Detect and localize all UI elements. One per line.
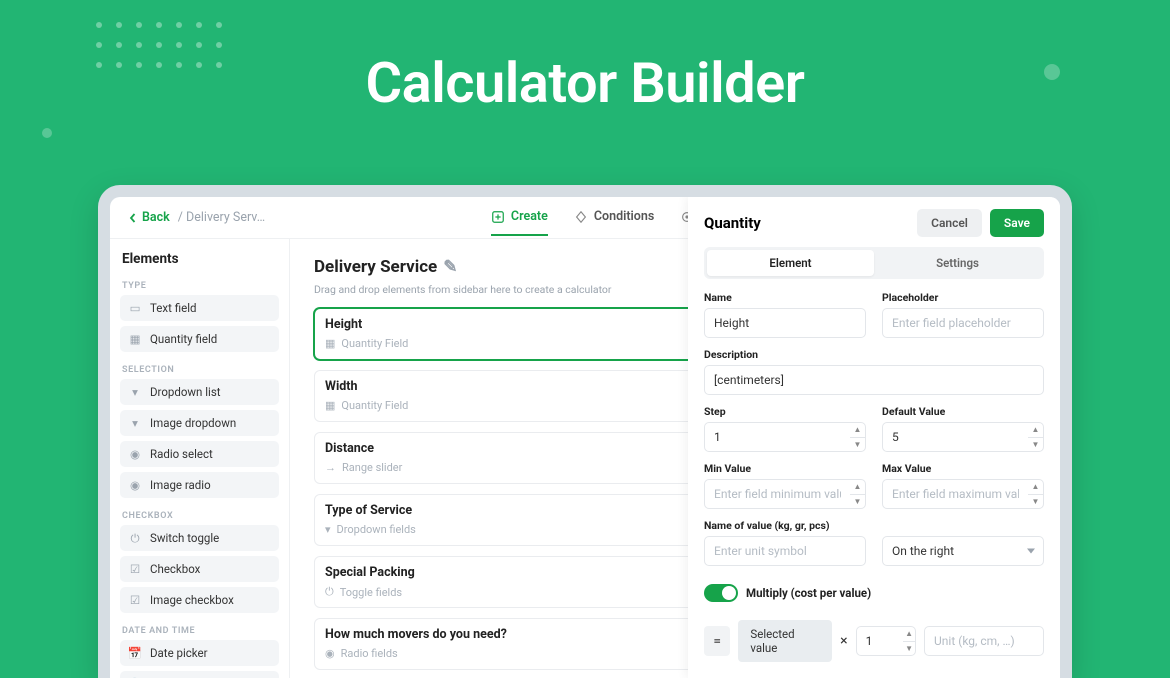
create-icon: [491, 210, 505, 224]
panel-tabs: Element Settings: [704, 247, 1044, 279]
back-label: Back: [142, 210, 170, 225]
element-radio-select[interactable]: ◉Radio select: [120, 441, 279, 467]
element-checkbox[interactable]: ☑Checkbox: [120, 556, 279, 582]
chevron-up-icon[interactable]: ▲: [1028, 423, 1043, 438]
sidebar-title: Elements: [120, 249, 279, 273]
max-stepper[interactable]: ▲▼: [1028, 479, 1044, 509]
default-stepper[interactable]: ▲▼: [1028, 422, 1044, 452]
element-quantity-field[interactable]: ▦Quantity field: [120, 326, 279, 352]
quantity-field-icon: ▦: [325, 399, 335, 412]
cancel-button[interactable]: Cancel: [917, 209, 982, 237]
chevron-down-icon[interactable]: ▼: [850, 495, 865, 509]
properties-panel: Quantity Cancel Save Element Settings Na…: [688, 197, 1060, 678]
chevron-up-icon[interactable]: ▲: [850, 423, 865, 438]
multiply-toggle[interactable]: [704, 584, 738, 602]
group-label-selection: SELECTION: [120, 357, 279, 379]
radio-icon: ◉: [128, 447, 142, 461]
min-stepper[interactable]: ▲▼: [850, 479, 866, 509]
chevron-down-icon[interactable]: ▼: [850, 438, 865, 452]
element-image-checkbox[interactable]: ☑Image checkbox: [120, 587, 279, 613]
group-label-checkbox: CHECKBOX: [120, 503, 279, 525]
step-stepper[interactable]: ▲▼: [850, 422, 866, 452]
app-screen: Back / Delivery Serv… Create Conditions …: [110, 197, 1060, 678]
panel-title: Quantity: [704, 214, 761, 232]
name-input[interactable]: [704, 308, 866, 338]
dropdown-icon: ▾: [325, 523, 331, 536]
save-button[interactable]: Save: [990, 209, 1044, 237]
position-select[interactable]: [882, 536, 1044, 566]
chevron-down-icon[interactable]: ▼: [1028, 438, 1043, 452]
checkbox-icon: ☑: [128, 562, 142, 576]
pencil-icon[interactable]: ✎: [443, 257, 457, 277]
chevron-down-icon[interactable]: ▼: [903, 642, 915, 656]
tab-conditions[interactable]: Conditions: [574, 199, 654, 236]
slider-icon: →: [325, 461, 336, 474]
placeholder-input[interactable]: [882, 308, 1044, 338]
min-input[interactable]: [704, 479, 850, 509]
image-checkbox-icon: ☑: [128, 593, 142, 607]
group-label-datetime: DATE AND TIME: [120, 618, 279, 640]
element-dropdown-list[interactable]: ▾Dropdown list: [120, 379, 279, 405]
element-time-picker[interactable]: 🕒Time picker: [120, 671, 279, 678]
step-input[interactable]: [704, 422, 850, 452]
multiply-label: Multiply (cost per value): [746, 586, 871, 600]
chevron-down-icon[interactable]: ▼: [1028, 495, 1043, 509]
label-name: Name: [704, 291, 866, 304]
chevron-up-icon[interactable]: ▲: [850, 480, 865, 495]
panel-tab-element[interactable]: Element: [707, 250, 874, 276]
tab-create[interactable]: Create: [491, 199, 548, 236]
panel-tab-settings[interactable]: Settings: [874, 250, 1041, 276]
formula-unit-input[interactable]: [924, 626, 1044, 656]
selected-value-chip[interactable]: Selected value: [738, 620, 832, 662]
radio-icon: ◉: [325, 647, 335, 660]
label-default: Default Value: [882, 405, 1044, 418]
max-input[interactable]: [882, 479, 1028, 509]
quantity-field-icon: ▦: [128, 332, 142, 346]
label-step: Step: [704, 405, 866, 418]
label-placeholder: Placeholder: [882, 291, 1044, 304]
quantity-field-icon: ▦: [325, 337, 335, 350]
element-text-field[interactable]: ▭Text field: [120, 295, 279, 321]
image-radio-icon: ◉: [128, 478, 142, 492]
label-position: [882, 519, 1044, 532]
element-image-dropdown[interactable]: ▾Image dropdown: [120, 410, 279, 436]
breadcrumb: / Delivery Serv…: [178, 210, 265, 225]
element-date-picker[interactable]: 📅Date picker: [120, 640, 279, 666]
element-image-radio[interactable]: ◉Image radio: [120, 472, 279, 498]
chevron-left-icon: [128, 213, 138, 223]
label-unit-name: Name of value (kg, gr, pcs): [704, 519, 866, 532]
label-description: Description: [704, 348, 1044, 361]
multiply-icon: ×: [840, 633, 847, 649]
group-label-type: TYPE: [120, 273, 279, 295]
hero-title: Calculator Builder: [0, 50, 1170, 116]
elements-sidebar: Elements TYPE ▭Text field ▦Quantity fiel…: [110, 239, 290, 678]
description-input[interactable]: [704, 365, 1044, 395]
back-link[interactable]: Back: [128, 210, 170, 225]
calculator-title[interactable]: Delivery Service ✎: [314, 257, 457, 277]
dropdown-icon: ▾: [128, 385, 142, 399]
multiplier-input[interactable]: [856, 626, 904, 656]
label-max: Max Value: [882, 462, 1044, 475]
equals-icon: =: [704, 626, 730, 656]
chevron-up-icon[interactable]: ▲: [903, 627, 915, 642]
text-field-icon: ▭: [128, 301, 142, 315]
image-dropdown-icon: ▾: [128, 416, 142, 430]
toggle-icon: ⏻: [325, 585, 334, 599]
default-input[interactable]: [882, 422, 1028, 452]
label-min: Min Value: [704, 462, 866, 475]
device-frame: Back / Delivery Serv… Create Conditions …: [98, 185, 1072, 678]
chevron-up-icon[interactable]: ▲: [1028, 480, 1043, 495]
multiplier-stepper[interactable]: ▲▼: [903, 626, 916, 656]
element-switch-toggle[interactable]: ⏻Switch toggle: [120, 525, 279, 551]
conditions-icon: [574, 210, 588, 224]
toggle-icon: ⏻: [128, 531, 142, 545]
unit-symbol-input[interactable]: [704, 536, 866, 566]
